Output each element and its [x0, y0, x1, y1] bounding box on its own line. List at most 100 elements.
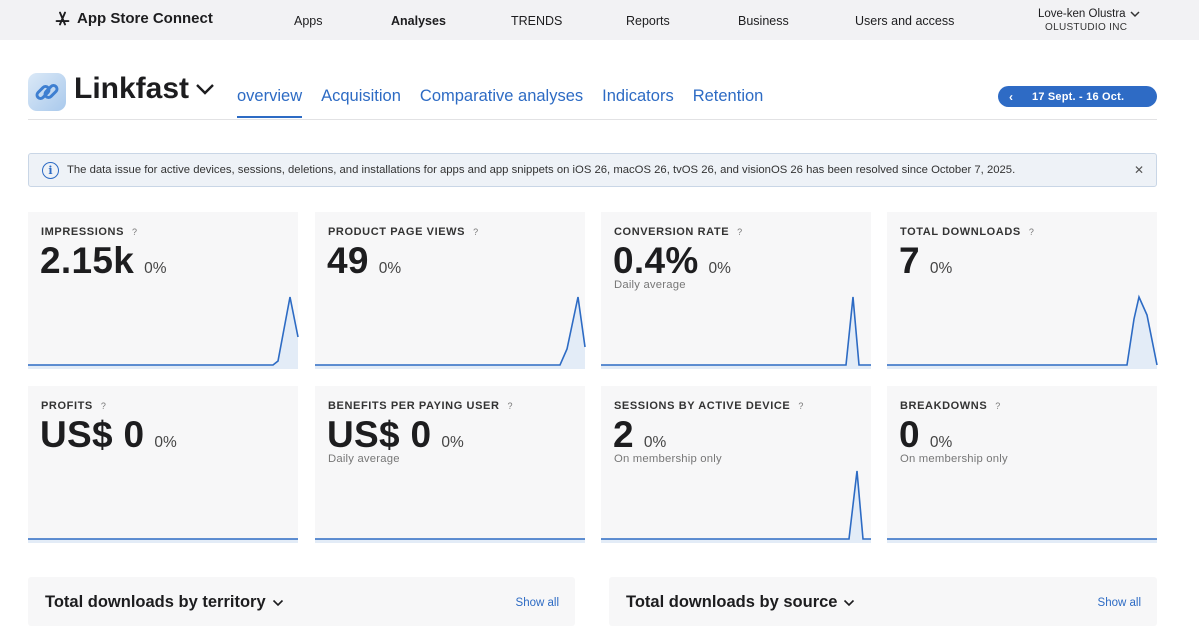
sparkline-chart: [315, 296, 586, 369]
metric-value: 2.15k: [40, 240, 135, 281]
metric-delta: 0%: [643, 434, 667, 451]
metric-delta: 0%: [929, 260, 953, 277]
help-icon[interactable]: ?: [508, 401, 514, 411]
metric-value-row: 0 0%: [899, 414, 952, 456]
show-all-link[interactable]: Show all: [1098, 597, 1141, 609]
metric-value: 0: [899, 414, 920, 455]
sparkline-line: [887, 294, 1158, 366]
panel-title-dropdown[interactable]: Total downloads by territory: [45, 593, 284, 612]
sparkline-chart: [601, 296, 871, 369]
sparkline-line: [315, 296, 586, 366]
metric-value-row: 7 0%: [899, 240, 952, 282]
metric-delta: 0%: [708, 260, 731, 277]
help-icon[interactable]: ?: [737, 227, 743, 237]
chevron-down-icon: [272, 599, 283, 606]
metric-card-benefits-per-paying-user[interactable]: BENEFITS PER PAYING USER? US$ 0 0% Daily av…: [315, 386, 585, 543]
sparkline-chart: [601, 470, 871, 543]
tab-indicators[interactable]: Indicators: [602, 87, 674, 118]
brand-label: App Store Connect: [77, 10, 213, 27]
close-icon[interactable]: ✕: [1134, 163, 1144, 177]
metric-card-profits[interactable]: PROFITS? US$ 0 0%: [28, 386, 298, 543]
chain-link-icon: [35, 84, 59, 100]
app-icon: [28, 73, 66, 111]
help-icon[interactable]: ?: [132, 227, 138, 237]
sparkline-chart: [28, 538, 298, 543]
sparkline-line: [601, 470, 871, 540]
metric-value-row: 0.4% 0%: [613, 240, 731, 282]
tab-divider: [28, 119, 1157, 120]
app-selector[interactable]: Linkfast: [74, 72, 215, 106]
sparkline-chart: [887, 294, 1158, 369]
metric-value: 7: [899, 240, 920, 281]
metric-label: PROFITS?: [41, 400, 106, 412]
panel-title: Total downloads by territory: [45, 593, 266, 611]
nav-reports[interactable]: Reports: [626, 14, 670, 28]
metric-label: TOTAL DOWNLOADS?: [900, 226, 1034, 238]
sparkline-area: [601, 297, 871, 369]
metric-label-text: BREAKDOWNS: [900, 400, 988, 412]
metric-label-text: SESSIONS BY ACTIVE DEVICE: [614, 400, 791, 412]
chevron-down-icon: [1130, 11, 1140, 18]
help-icon[interactable]: ?: [1029, 227, 1035, 237]
metric-value: US$ 0: [327, 414, 432, 455]
top-navigation-bar: App Store Connect Apps Analyses TRENDS R…: [0, 0, 1199, 40]
info-circle-icon: i: [42, 161, 59, 179]
show-all-link[interactable]: Show all: [516, 597, 559, 609]
metric-card-conversion-rate[interactable]: CONVERSION RATE? 0.4% 0% Daily average: [601, 212, 871, 369]
metric-label: SESSIONS BY ACTIVE DEVICE?: [614, 400, 804, 412]
panel-title-dropdown[interactable]: Total downloads by source: [626, 593, 855, 612]
tab-overview[interactable]: overview: [237, 87, 303, 118]
metric-value-row: 49 0%: [327, 240, 401, 282]
date-range-picker[interactable]: ‹ 17 Sept. - 16 Oct.: [998, 86, 1157, 107]
chevron-down-icon: [844, 599, 855, 606]
nav-business[interactable]: Business: [738, 14, 789, 28]
metric-delta: 0%: [144, 260, 167, 277]
metric-label-text: PRODUCT PAGE VIEWS: [328, 226, 466, 238]
tab-retention[interactable]: Retention: [693, 87, 764, 118]
metric-value-row: US$ 0 0%: [327, 414, 464, 456]
help-icon[interactable]: ?: [995, 401, 1001, 411]
sparkline-line: [601, 296, 871, 366]
metric-delta: 0%: [929, 434, 953, 451]
metric-card-total-downloads[interactable]: TOTAL DOWNLOADS? 7 0%: [887, 212, 1158, 369]
help-icon[interactable]: ?: [798, 401, 804, 411]
metric-value-row: 2.15k 0%: [40, 240, 167, 282]
help-icon[interactable]: ?: [101, 401, 107, 411]
nav-analyses[interactable]: Analyses: [391, 14, 446, 28]
metric-label-text: TOTAL DOWNLOADS: [900, 226, 1021, 238]
section-tabs: overview Acquisition Comparative analyse…: [237, 87, 763, 118]
sparkline-area: [315, 297, 585, 369]
chevron-left-icon[interactable]: ‹: [998, 90, 1024, 104]
nav-users-and-access[interactable]: Users and access: [855, 14, 954, 28]
metric-value-row: US$ 0 0%: [40, 414, 177, 456]
nav-apps[interactable]: Apps: [294, 14, 323, 28]
sparkline-area: [601, 471, 871, 543]
sparkline-area: [28, 297, 298, 369]
metric-value: 2: [613, 414, 634, 455]
metric-label: BENEFITS PER PAYING USER?: [328, 400, 513, 412]
metric-label: PRODUCT PAGE VIEWS?: [328, 226, 479, 238]
nav-trends[interactable]: TRENDS: [511, 14, 562, 28]
banner-message: The data issue for active devices, sessi…: [67, 164, 1016, 176]
help-icon[interactable]: ?: [473, 227, 479, 237]
sparkline-area: [887, 297, 1157, 369]
account-menu[interactable]: Love-ken Olustra OLUSTUDIO INC: [1038, 7, 1140, 35]
metric-card-sessions-by-active-device[interactable]: SESSIONS BY ACTIVE DEVICE? 2 0% On membersh…: [601, 386, 871, 543]
tab-acquisition[interactable]: Acquisition: [321, 87, 401, 118]
metric-value-row: 2 0%: [613, 414, 666, 456]
metric-label-text: IMPRESSIONS: [41, 226, 125, 238]
metric-card-breakdowns[interactable]: BREAKDOWNS? 0 0% On membership only: [887, 386, 1157, 543]
panel-title: Total downloads by source: [626, 593, 838, 611]
metric-value: 0.4%: [613, 240, 699, 281]
metric-label: BREAKDOWNS?: [900, 400, 1001, 412]
metric-label: CONVERSION RATE?: [614, 226, 743, 238]
sparkline-chart: [315, 538, 585, 543]
sparkline-chart: [887, 538, 1157, 543]
tab-comparative-analyses[interactable]: Comparative analyses: [420, 87, 583, 118]
metric-label-text: CONVERSION RATE: [614, 226, 730, 238]
metric-card-impressions[interactable]: IMPRESSIONS? 2.15k 0%: [28, 212, 299, 369]
app-store-connect-brand[interactable]: App Store Connect: [54, 10, 213, 27]
metric-card-product-page-views[interactable]: PRODUCT PAGE VIEWS? 49 0%: [315, 212, 586, 369]
app-name: Linkfast: [74, 72, 190, 105]
sparkline-chart: [28, 296, 299, 369]
